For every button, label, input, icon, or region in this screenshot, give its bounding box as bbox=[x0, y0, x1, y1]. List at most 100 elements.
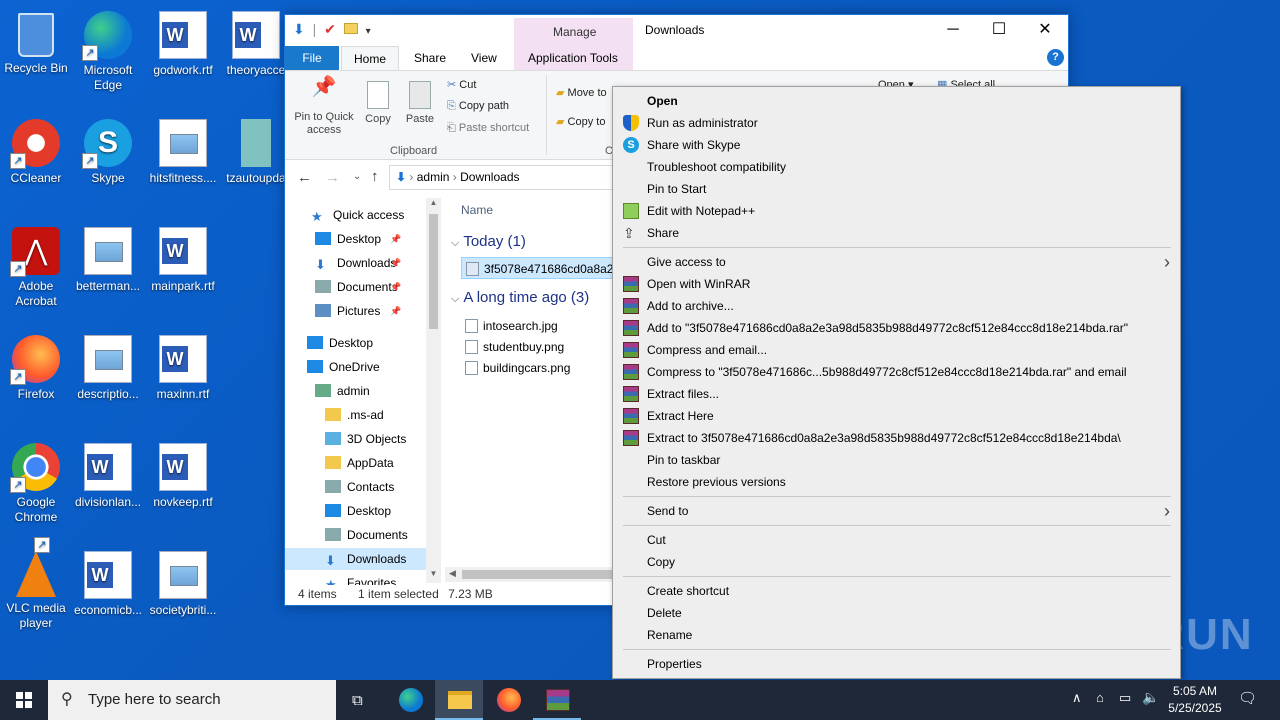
nav-item[interactable]: AppData bbox=[325, 452, 394, 474]
desktop-icon[interactable]: societybriti... bbox=[143, 545, 223, 618]
paste-button[interactable]: Paste bbox=[403, 81, 437, 126]
menu-item[interactable]: Send to › bbox=[613, 500, 1180, 522]
desktop-icon[interactable]: Firefox bbox=[0, 329, 76, 402]
nav-item[interactable]: Contacts bbox=[325, 476, 394, 498]
menu-item[interactable]: Copy bbox=[613, 551, 1180, 573]
menu-item[interactable]: Give access to › bbox=[613, 251, 1180, 273]
notifications-icon[interactable]: 🗨 bbox=[1238, 689, 1257, 707]
copy-path-button[interactable]: ⎘ Copy path bbox=[447, 100, 509, 113]
desktop-icon[interactable]: S Skype bbox=[68, 113, 148, 186]
nav-item[interactable]: Documents bbox=[325, 524, 408, 546]
desktop-icon[interactable]: Google Chrome bbox=[0, 437, 76, 525]
desktop-icon[interactable]: VLC media player bbox=[0, 537, 76, 631]
maximize-button[interactable]: ☐ bbox=[976, 15, 1022, 45]
menu-item[interactable]: Pin to taskbar bbox=[613, 449, 1180, 471]
nav-item[interactable]: Documents 📌 bbox=[315, 276, 401, 298]
tab-share[interactable]: Share bbox=[402, 46, 458, 70]
menu-item[interactable]: Troubleshoot compatibility bbox=[613, 156, 1180, 178]
new-folder-icon[interactable] bbox=[343, 23, 358, 34]
column-header-name[interactable]: Name bbox=[461, 203, 493, 217]
nav-item[interactable]: ⬇ Downloads 📌 bbox=[315, 252, 401, 274]
start-button[interactable] bbox=[0, 680, 48, 720]
h-scroll-thumb[interactable] bbox=[462, 570, 612, 579]
address-bar[interactable]: ⬇ › admin › Downloads bbox=[389, 165, 614, 190]
desktop-icon[interactable]: ⋀Adobe Acrobat bbox=[0, 221, 76, 309]
breadcrumb-downloads[interactable]: Downloads bbox=[460, 170, 519, 184]
cut-button[interactable]: ✂ Cut bbox=[447, 78, 476, 91]
menu-item[interactable]: S Share with Skype bbox=[613, 134, 1180, 156]
taskbar-winrar[interactable] bbox=[533, 680, 581, 720]
desktop-icon[interactable]: economicb... bbox=[68, 545, 148, 618]
menu-item[interactable]: Pin to Start bbox=[613, 178, 1180, 200]
customize-toolbar-icon[interactable]: ▾ bbox=[366, 26, 371, 37]
nav-item[interactable]: .ms-ad bbox=[325, 404, 384, 426]
scroll-down-icon[interactable]: ▼ bbox=[426, 569, 441, 583]
move-to-button[interactable]: ▰ Move to bbox=[556, 86, 607, 99]
copy-to-button[interactable]: ▰ Copy to bbox=[556, 115, 605, 128]
desktop-icon[interactable]: maxinn.rtf bbox=[143, 329, 223, 402]
menu-item[interactable]: Run as administrator bbox=[613, 112, 1180, 134]
recent-locations-icon[interactable]: ⌄ bbox=[353, 171, 361, 182]
scroll-left-icon[interactable]: ◀ bbox=[449, 568, 456, 579]
desktop-icon[interactable]: hitsfitness.... bbox=[143, 113, 223, 186]
menu-item[interactable]: Add to archive... bbox=[613, 295, 1180, 317]
scroll-up-icon[interactable]: ▲ bbox=[426, 198, 441, 212]
nav-item[interactable]: Desktop bbox=[307, 332, 373, 354]
menu-item[interactable]: Compress and email... bbox=[613, 339, 1180, 361]
nav-item[interactable]: ⬇ Downloads bbox=[285, 548, 426, 570]
taskbar-firefox[interactable] bbox=[484, 680, 532, 720]
taskbar-file-explorer[interactable] bbox=[435, 680, 483, 720]
desktop-icon[interactable]: Microsoft Edge bbox=[68, 5, 148, 93]
menu-item[interactable]: Create shortcut bbox=[613, 580, 1180, 602]
menu-item[interactable]: Restore previous versions bbox=[613, 471, 1180, 493]
file-item[interactable]: studentbuy.png bbox=[461, 337, 611, 357]
nav-item[interactable]: Desktop bbox=[325, 500, 391, 522]
minimize-button[interactable]: ─ bbox=[930, 15, 976, 45]
file-group-header[interactable]: ⌵ Today (1) bbox=[451, 233, 526, 250]
close-button[interactable]: ✕ bbox=[1022, 15, 1068, 45]
task-view-button[interactable]: ⧉ bbox=[336, 680, 384, 720]
wired-network-icon[interactable]: ▭ bbox=[1119, 690, 1131, 706]
desktop-icon[interactable]: betterman... bbox=[68, 221, 148, 294]
file-group-header[interactable]: ⌵ A long time ago (3) bbox=[451, 289, 589, 306]
tab-file[interactable]: File bbox=[285, 46, 339, 70]
desktop-icon[interactable]: divisionlan... bbox=[68, 437, 148, 510]
taskbar-edge[interactable] bbox=[386, 680, 434, 720]
nav-item[interactable]: 3D Objects bbox=[325, 428, 406, 450]
download-arrow-icon[interactable]: ⬇ bbox=[293, 21, 305, 37]
up-arrow-icon[interactable]: ↑ bbox=[371, 168, 379, 185]
menu-item[interactable]: ⇪ Share bbox=[613, 222, 1180, 244]
menu-item[interactable]: Extract files... bbox=[613, 383, 1180, 405]
nav-item[interactable]: OneDrive bbox=[307, 356, 380, 378]
tab-view[interactable]: View bbox=[459, 46, 509, 70]
menu-item[interactable]: Open bbox=[613, 90, 1180, 112]
menu-item[interactable]: Extract to 3f5078e471686cd0a8a2e3a98d583… bbox=[613, 427, 1180, 449]
menu-item[interactable]: Compress to "3f5078e471686c...5b988d4977… bbox=[613, 361, 1180, 383]
copy-button[interactable]: Copy bbox=[361, 81, 395, 126]
horizontal-scrollbar[interactable]: ◀ bbox=[445, 567, 615, 582]
taskbar-search-box[interactable]: ⚲ Type here to search bbox=[48, 680, 336, 720]
help-icon[interactable]: ? bbox=[1047, 49, 1064, 66]
menu-item[interactable]: Add to "3f5078e471686cd0a8a2e3a98d5835b9… bbox=[613, 317, 1180, 339]
scroll-thumb[interactable] bbox=[429, 214, 438, 329]
breadcrumb-admin[interactable]: admin bbox=[417, 170, 450, 184]
file-item[interactable]: buildingcars.png bbox=[461, 358, 611, 378]
back-arrow-icon[interactable]: ← bbox=[297, 169, 312, 186]
menu-item[interactable]: Properties bbox=[613, 653, 1180, 675]
menu-item[interactable]: Cut bbox=[613, 529, 1180, 551]
show-hidden-icons[interactable]: ∧ bbox=[1072, 690, 1082, 706]
menu-item[interactable]: Open with WinRAR bbox=[613, 273, 1180, 295]
pin-to-quick-access-button[interactable]: 📌 Pin to Quick access bbox=[291, 77, 357, 137]
desktop-icon[interactable]: godwork.rtf bbox=[143, 5, 223, 78]
nav-item[interactable]: ★ Quick access bbox=[311, 204, 404, 226]
file-item[interactable]: intosearch.jpg bbox=[461, 316, 611, 336]
forward-arrow-icon[interactable]: → bbox=[325, 169, 340, 186]
network-icon[interactable]: ⌂ bbox=[1096, 690, 1104, 705]
menu-item[interactable]: Edit with Notepad++ bbox=[613, 200, 1180, 222]
desktop-icon[interactable]: Recycle Bin bbox=[0, 5, 76, 76]
tab-home[interactable]: Home bbox=[341, 46, 400, 71]
nav-scrollbar[interactable]: ▲ ▼ bbox=[426, 198, 441, 583]
paste-shortcut-button[interactable]: ⎗ Paste shortcut bbox=[447, 122, 529, 135]
tab-application-tools[interactable]: Application Tools bbox=[516, 46, 630, 70]
file-item[interactable]: 3f5078e471686cd0a8a2e3 bbox=[461, 257, 619, 279]
